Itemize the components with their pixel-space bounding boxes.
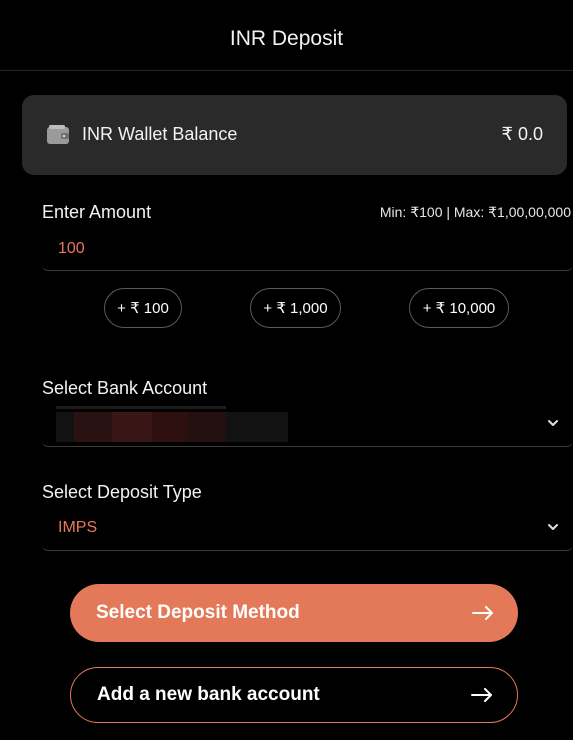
deposit-type-label: Select Deposit Type <box>42 482 202 502</box>
page-header: INR Deposit <box>0 0 573 71</box>
bank-account-label: Select Bank Account <box>42 378 208 398</box>
redacted-account-value <box>56 406 288 442</box>
amount-input[interactable] <box>58 238 538 260</box>
page-title: INR Deposit <box>229 27 344 50</box>
amount-label: Enter Amount <box>42 202 152 222</box>
wallet-balance-value: ₹ 0.0 <box>501 124 543 144</box>
arrow-right-icon <box>472 606 493 620</box>
select-deposit-method-label: Select Deposit Method <box>96 602 300 623</box>
bank-account-select[interactable] <box>42 406 573 447</box>
add-bank-account-label: Add a new bank account <box>97 684 320 705</box>
chevron-down-icon <box>548 524 558 530</box>
amount-limits: Min: ₹100 | Max: ₹1,00,00,000 <box>379 204 571 220</box>
wallet-icon <box>47 125 69 144</box>
deposit-type-select[interactable]: IMPS <box>42 510 573 551</box>
deposit-type-value: IMPS <box>58 519 98 536</box>
chevron-down-icon <box>548 420 558 426</box>
quick-amount-100-button[interactable]: + ₹ 100 <box>104 288 182 328</box>
arrow-right-icon <box>471 688 492 702</box>
select-deposit-method-button[interactable]: Select Deposit Method <box>70 584 518 642</box>
quick-amount-10000-button[interactable]: + ₹ 10,000 <box>409 288 509 328</box>
amount-field[interactable] <box>42 230 573 271</box>
add-bank-account-button[interactable]: Add a new bank account <box>70 667 518 723</box>
quick-amount-1000-button[interactable]: + ₹ 1,000 <box>250 288 341 328</box>
wallet-balance-card: INR Wallet Balance ₹ 0.0 <box>22 95 567 175</box>
wallet-balance-label: INR Wallet Balance <box>82 124 238 144</box>
